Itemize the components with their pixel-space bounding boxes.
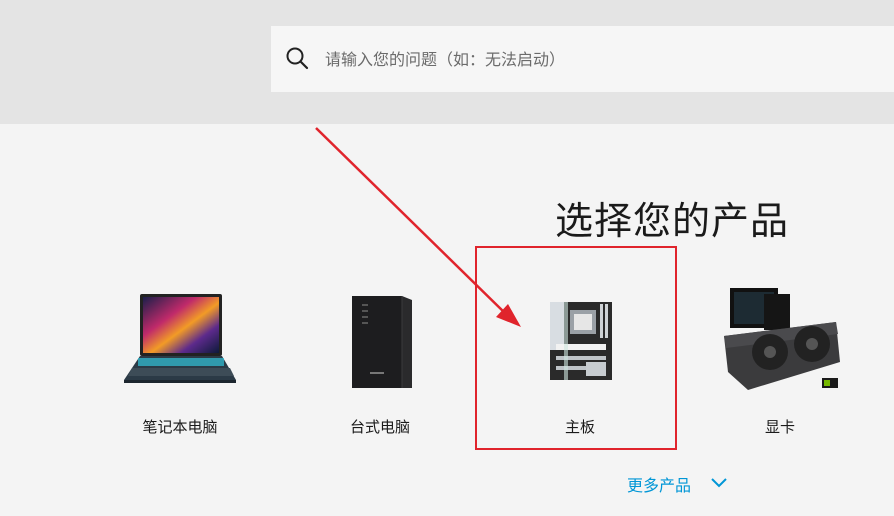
laptop-icon: [124, 294, 236, 383]
more-products-link[interactable]: 更多产品: [627, 472, 727, 495]
product-laptop[interactable]: 笔记本电脑: [90, 282, 270, 442]
desktop-tower-icon: [352, 296, 412, 388]
graphics-card-icon: [724, 288, 840, 390]
more-products-label: 更多产品: [627, 476, 692, 495]
highlight-box: [475, 246, 677, 450]
search-input[interactable]: [325, 44, 885, 74]
product-graphics-card[interactable]: 显卡: [690, 282, 870, 442]
product-label: 台式电脑: [349, 418, 410, 436]
product-label: 显卡: [764, 418, 795, 436]
search-icon[interactable]: [285, 46, 309, 70]
product-label: 笔记本电脑: [142, 418, 218, 436]
section-title: 选择您的产品: [555, 199, 790, 243]
chevron-down-icon: [711, 478, 727, 488]
product-desktop[interactable]: 台式电脑: [290, 282, 470, 442]
